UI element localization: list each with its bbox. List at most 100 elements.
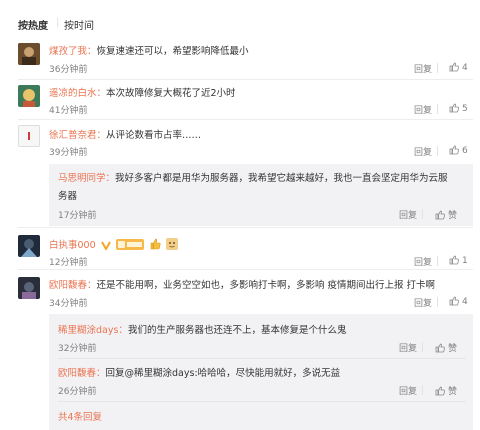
view-all-replies-link[interactable]: 共4条回复 — [58, 409, 102, 423]
thumbs-up-icon — [449, 255, 459, 265]
separator — [58, 401, 466, 402]
reply-button[interactable]: 回复 — [399, 208, 417, 221]
like-button[interactable]: 4 — [449, 62, 468, 73]
comment-line: 欧阳馥春：还是不能用啊，业务空空如也，多影响打卡啊，多影响 疫情期间出行上报 打… — [49, 277, 435, 291]
sticker-emoji-icon — [165, 238, 178, 250]
separator — [18, 79, 473, 80]
divider — [437, 63, 438, 73]
avatar[interactable] — [18, 125, 40, 147]
comment-timestamp: 39分钟前 — [49, 148, 88, 158]
comment-item: 欧阳馥春：还是不能用啊，业务空空如也，多影响打卡啊，多影响 疫情期间出行上报 打… — [0, 272, 480, 430]
separator — [18, 269, 473, 270]
thumbs-up-icon — [449, 62, 459, 72]
avatar[interactable] — [18, 277, 40, 299]
thumbs-up-icon — [449, 296, 459, 306]
like-label: 赞 — [448, 344, 458, 354]
divider — [422, 209, 423, 219]
comment-timestamp: 41分钟前 — [49, 106, 88, 116]
comment-text: 还是不能用啊，业务空空如也，多影响打卡啊，多影响 疫情期间出行上报 打卡啊 — [96, 280, 436, 291]
thumbs-up-icon — [435, 210, 445, 220]
reply-text-continued: 务器 — [58, 191, 78, 202]
separator — [58, 358, 466, 359]
comment-author-link[interactable]: 欧阳馥春： — [49, 280, 97, 291]
divider — [422, 385, 423, 395]
comment-line: 煤孜了我：恢复速速还可以，希望影响降低最小 — [49, 43, 249, 57]
reply-line: 马思明同学：我好多客户都是用华为服务器，我希望它越来越好，我也一直会坚定用华为云… — [58, 170, 448, 184]
thumbs-up-icon — [435, 343, 445, 353]
comment-text: 从评论数看市占率…… — [106, 130, 202, 141]
divider — [437, 146, 438, 156]
reply-text: 回复@稀里糊涂days:哈哈哈，尽快能用就好，多说无益 — [105, 368, 341, 379]
comment-line: 遥凉的白水：本次故障修复大概花了近2小时 — [49, 85, 236, 99]
reply-button[interactable]: 回复 — [414, 62, 432, 75]
like-label: 赞 — [448, 387, 458, 397]
reply-button[interactable]: 回复 — [414, 255, 432, 268]
reply-text: 我们的生产服务器也还连不上，基本修复是个什么鬼 — [127, 325, 347, 336]
avatar-image-icon — [18, 85, 40, 107]
comment-line: 徐汇普奈君：从评论数看市占率…… — [49, 127, 201, 141]
like-count: 4 — [462, 297, 468, 307]
avatar-image-icon — [19, 126, 39, 146]
separator — [18, 119, 473, 120]
comment-timestamp: 36分钟前 — [49, 65, 88, 75]
comment-timestamp: 12分钟前 — [49, 258, 88, 268]
member-badge-icon — [115, 239, 144, 250]
replies-panel: 稀里糊涂days：我们的生产服务器也还连不上，基本修复是个什么鬼 32分钟前 回… — [49, 314, 473, 430]
like-button[interactable]: 赞 — [435, 208, 457, 221]
reply-line: 稀里糊涂days：我们的生产服务器也还连不上，基本修复是个什么鬼 — [58, 322, 346, 336]
divider — [437, 256, 438, 266]
like-button[interactable]: 6 — [449, 145, 468, 156]
like-label: 赞 — [448, 211, 458, 221]
sort-by-hot-tab[interactable]: 按热度 — [18, 17, 48, 32]
like-count: 6 — [462, 146, 468, 156]
divider — [422, 342, 423, 352]
like-button[interactable]: 赞 — [435, 384, 457, 397]
like-button[interactable]: 4 — [449, 296, 468, 307]
avatar-image-icon — [18, 43, 40, 65]
reply-button[interactable]: 回复 — [414, 103, 432, 116]
like-count: 5 — [462, 104, 468, 114]
avatar[interactable] — [18, 235, 40, 257]
thumbs-up-icon — [449, 145, 459, 155]
reply-author-link[interactable]: 稀里糊涂days： — [58, 325, 128, 336]
reply-author-link[interactable]: 马思明同学： — [58, 173, 115, 184]
avatar[interactable] — [18, 43, 40, 65]
reply-author-link[interactable]: 欧阳馥春： — [58, 368, 106, 379]
like-count: 4 — [462, 63, 468, 73]
reply-button[interactable]: 回复 — [414, 145, 432, 158]
comment-author-link[interactable]: 徐汇普奈君： — [49, 130, 106, 141]
reply-timestamp: 17分钟前 — [58, 211, 97, 221]
comment-author-link[interactable]: 白执事000 — [49, 240, 96, 251]
comment-author-link[interactable]: 煤孜了我： — [49, 46, 97, 57]
comment-item: 徐汇普奈君：从评论数看市占率…… 39分钟前 回复 6 马思明同学：我好多客户都… — [0, 122, 480, 228]
comment-author-link[interactable]: 遥凉的白水： — [49, 88, 106, 99]
reply-line: 欧阳馥春：回复@稀里糊涂days:哈哈哈，尽快能用就好，多说无益 — [58, 365, 340, 379]
comment-item: 煤孜了我：恢复速速还可以，希望影响降低最小 36分钟前 回复 4 — [0, 40, 480, 80]
like-button[interactable]: 5 — [449, 103, 468, 114]
divider — [437, 297, 438, 307]
comment-item: 遥凉的白水：本次故障修复大概花了近2小时 41分钟前 回复 5 — [0, 82, 480, 120]
reply-button[interactable]: 回复 — [414, 296, 432, 309]
like-button[interactable]: 1 — [449, 255, 468, 266]
reply-text: 我好多客户都是用华为服务器，我希望它越来越好，我也一直会坚定用华为云服 — [115, 173, 448, 184]
verified-v-icon — [100, 241, 111, 250]
reply-timestamp: 26分钟前 — [58, 387, 97, 397]
sort-bar: 按热度 | 按时间 — [0, 0, 480, 40]
thumbs-up-emoji-icon — [150, 238, 161, 250]
reply-button[interactable]: 回复 — [399, 341, 417, 354]
divider — [437, 104, 438, 114]
avatar[interactable] — [18, 85, 40, 107]
comment-item: 白执事000 12分钟前 回复 1 — [0, 230, 480, 270]
sort-divider: | — [56, 17, 60, 28]
comment-line: 白执事000 — [49, 237, 178, 251]
sort-by-time-tab[interactable]: 按时间 — [64, 17, 94, 32]
reply-timestamp: 32分钟前 — [58, 344, 97, 354]
separator — [18, 227, 473, 228]
comment-text: 恢复速速还可以，希望影响降低最小 — [96, 46, 249, 57]
thumbs-up-icon — [435, 386, 445, 396]
like-button[interactable]: 赞 — [435, 341, 457, 354]
comment-timestamp: 34分钟前 — [49, 299, 88, 309]
comment-text: 本次故障修复大概花了近2小时 — [106, 88, 236, 99]
reply-button[interactable]: 回复 — [399, 384, 417, 397]
like-count: 1 — [462, 256, 468, 266]
